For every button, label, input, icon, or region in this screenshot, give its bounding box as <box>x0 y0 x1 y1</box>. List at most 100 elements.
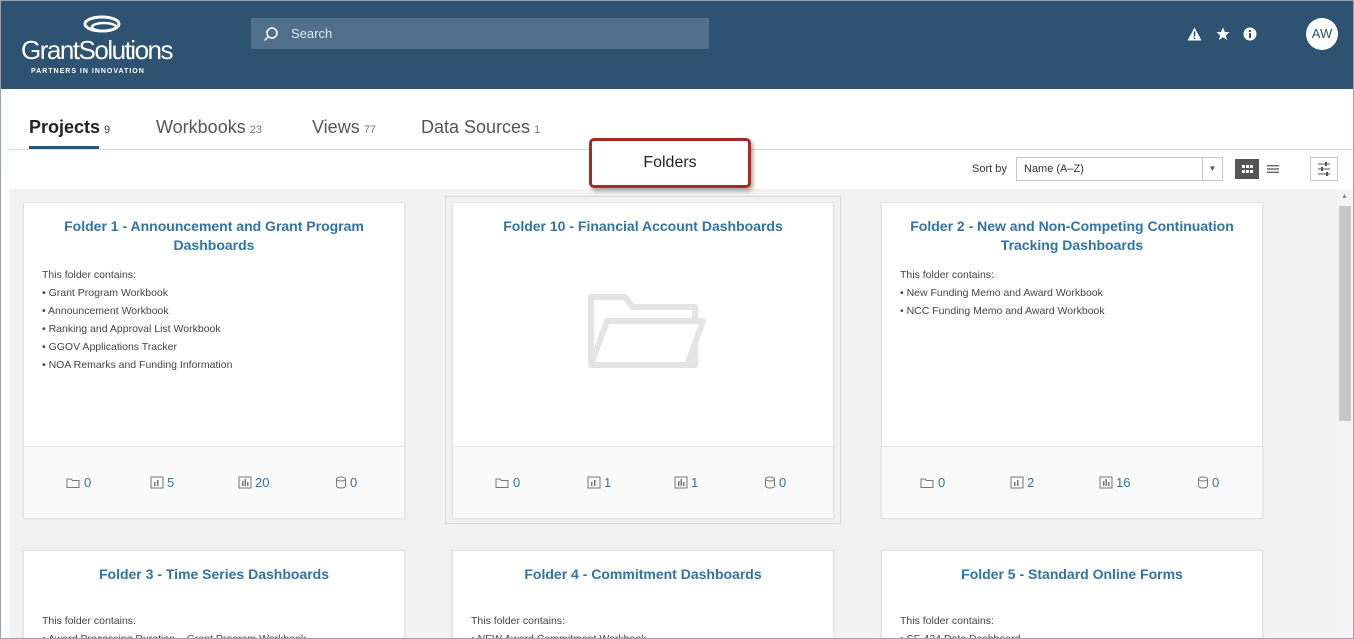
description-intro: This folder contains: <box>471 615 565 627</box>
tab-count: 77 <box>363 124 376 136</box>
card-title[interactable]: Folder 10 - Financial Account Dashboards <box>471 217 815 236</box>
tab-data-sources[interactable]: Data Sources 1 <box>421 117 540 138</box>
top-bar: GrantSolutions PARTNERS IN INNOVATION Se… <box>1 1 1353 89</box>
project-card-folder-4[interactable]: Folder 4 - Commitment Dashboards This fo… <box>452 550 834 639</box>
card-description: This folder contains: • Grant Program Wo… <box>42 266 232 374</box>
stat-value: 0 <box>938 475 946 490</box>
tab-count: 1 <box>534 124 541 136</box>
project-card-folder-3[interactable]: Folder 3 - Time Series Dashboards This f… <box>23 550 405 639</box>
stat-value: 0 <box>779 475 787 490</box>
stat-value: 16 <box>1116 475 1131 490</box>
tab-label: Data Sources <box>421 117 531 137</box>
stat-views[interactable]: 16 <box>1099 475 1130 490</box>
brand-logo[interactable]: GrantSolutions PARTNERS IN INNOVATION <box>21 15 191 77</box>
stat-projects[interactable]: 0 <box>495 475 520 490</box>
search-input[interactable]: Search <box>251 18 709 49</box>
stat-value: 20 <box>255 475 270 490</box>
stat-datasources[interactable]: 0 <box>1197 475 1219 490</box>
workbook-icon <box>1010 476 1024 489</box>
brand-name: GrantSolutions <box>21 35 173 65</box>
stat-value: 5 <box>167 475 175 490</box>
list-item: • Announcement Workbook <box>42 305 169 317</box>
folder-icon <box>66 478 80 488</box>
card-title[interactable]: Folder 5 - Standard Online Forms <box>900 565 1244 584</box>
stat-projects[interactable]: 0 <box>66 475 91 490</box>
sort-dropdown[interactable]: Name (A–Z) ▼ <box>1016 157 1223 181</box>
tab-count: 23 <box>249 124 262 136</box>
stat-value: 0 <box>84 475 92 490</box>
stat-datasources[interactable]: 0 <box>764 475 786 490</box>
card-description: This folder contains: • New Funding Memo… <box>900 266 1105 320</box>
description-intro: This folder contains: <box>42 269 136 281</box>
stat-datasources[interactable]: 0 <box>335 475 357 490</box>
card-stats: 0 2 16 0 <box>882 446 1262 518</box>
project-card-folder-5[interactable]: Folder 5 - Standard Online Forms This fo… <box>881 550 1263 639</box>
brand-tagline: PARTNERS IN INNOVATION <box>31 68 145 75</box>
card-title[interactable]: Folder 4 - Commitment Dashboards <box>471 565 815 584</box>
card-stats: 0 5 20 0 <box>24 446 404 518</box>
stat-value: 0 <box>350 475 358 490</box>
tab-label: Views <box>312 117 360 137</box>
card-description: This folder contains: • SF-424 Data Dash… <box>900 612 1021 639</box>
scroll-up-icon[interactable]: ▲ <box>1341 193 1348 200</box>
user-avatar[interactable]: AW <box>1306 18 1338 50</box>
card-description: This folder contains: • Award Processing… <box>42 612 307 639</box>
tab-views[interactable]: Views 77 <box>312 117 376 138</box>
card-title[interactable]: Folder 1 - Announcement and Grant Progra… <box>42 217 386 255</box>
stat-value: 0 <box>513 475 521 490</box>
project-card-folder-2[interactable]: Folder 2 - New and Non-Competing Continu… <box>881 202 1263 518</box>
app-window: GrantSolutions PARTNERS IN INNOVATION Se… <box>0 0 1354 639</box>
list-item: • NEW Award Commitment Workbook <box>471 633 647 639</box>
sliders-icon <box>1318 162 1330 176</box>
stat-value: 1 <box>604 475 612 490</box>
view-chart-icon <box>1099 476 1113 489</box>
alert-icon[interactable] <box>1187 27 1202 41</box>
grid-view-button[interactable] <box>1235 159 1259 179</box>
card-description: This folder contains: • NEW Award Commit… <box>471 612 647 639</box>
list-item: • Award Processing Duration – Grant Prog… <box>42 633 307 639</box>
chevron-down-icon: ▼ <box>1202 158 1222 180</box>
sort-selected-value: Name (A–Z) <box>1024 163 1084 175</box>
database-icon <box>1198 476 1208 489</box>
card-title[interactable]: Folder 3 - Time Series Dashboards <box>42 565 386 584</box>
project-card-folder-10[interactable]: Folder 10 - Financial Account Dashboards… <box>452 202 834 518</box>
workbook-icon <box>587 476 601 489</box>
project-card-folder-1[interactable]: Folder 1 - Announcement and Grant Progra… <box>23 202 405 518</box>
filter-settings-button[interactable] <box>1310 157 1338 181</box>
stat-projects[interactable]: 0 <box>920 475 945 490</box>
list-view-button[interactable] <box>1261 159 1285 179</box>
workbook-icon <box>150 476 164 489</box>
description-intro: This folder contains: <box>900 269 994 281</box>
database-icon <box>336 476 346 489</box>
stat-views[interactable]: 20 <box>238 475 269 490</box>
scrollbar-thumb[interactable] <box>1339 206 1351 421</box>
folders-callout: Folders <box>589 138 751 188</box>
stat-workbooks[interactable]: 5 <box>150 475 174 490</box>
stat-views[interactable]: 1 <box>674 475 698 490</box>
view-chart-icon <box>674 476 688 489</box>
folder-icon <box>495 478 509 488</box>
card-title[interactable]: Folder 2 - New and Non-Competing Continu… <box>900 217 1244 255</box>
stat-workbooks[interactable]: 1 <box>587 475 611 490</box>
view-chart-icon <box>238 476 252 489</box>
search-icon <box>263 27 278 42</box>
database-icon <box>765 476 775 489</box>
grid-view-icon <box>1242 165 1253 173</box>
info-icon[interactable] <box>1243 27 1257 41</box>
description-intro: This folder contains: <box>900 615 994 627</box>
folder-icon <box>920 478 934 488</box>
stat-workbooks[interactable]: 2 <box>1010 475 1034 490</box>
stat-value: 0 <box>1212 475 1220 490</box>
star-icon[interactable] <box>1216 27 1230 41</box>
list-item: • NCC Funding Memo and Award Workbook <box>900 305 1105 317</box>
card-stats: 0 1 1 0 <box>453 446 833 518</box>
sort-label: Sort by <box>972 163 1007 175</box>
tab-workbooks[interactable]: Workbooks 23 <box>156 117 262 138</box>
list-item: • GGOV Applications Tracker <box>42 341 177 353</box>
list-item: • NOA Remarks and Funding Information <box>42 359 233 371</box>
list-view-icon <box>1267 165 1279 173</box>
stat-value: 1 <box>691 475 699 490</box>
list-item: • Ranking and Approval List Workbook <box>42 323 221 335</box>
list-item: • SF-424 Data Dashboard <box>900 633 1021 639</box>
tab-projects[interactable]: Projects 9 <box>29 117 110 138</box>
